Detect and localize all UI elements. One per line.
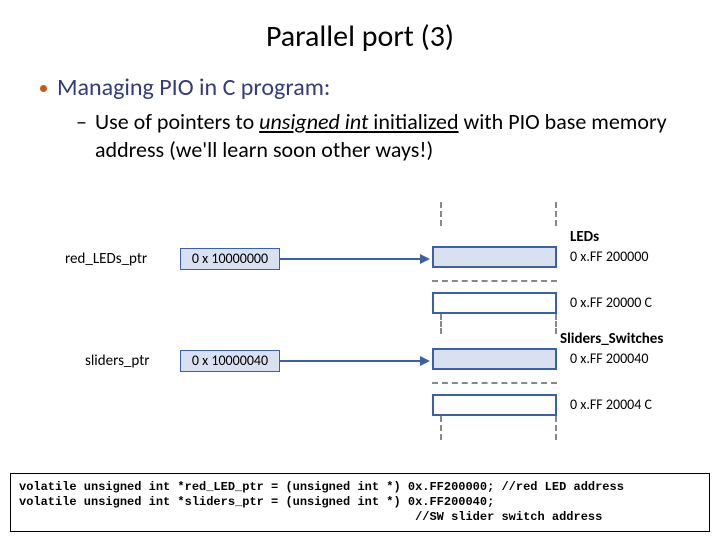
dash-line [555, 416, 557, 440]
slider-mem-end [432, 394, 557, 416]
sliders-header: Sliders_Switches [560, 330, 663, 348]
dash-line [555, 202, 557, 226]
leds-header: LEDs [570, 228, 599, 246]
dash-icon: – [76, 108, 87, 136]
arrow-line [280, 360, 422, 362]
code-line-1: volatile unsigned int *red_LED_ptr = (un… [19, 480, 624, 494]
slider-base-addr: 0 x.FF 200040 [570, 350, 648, 367]
led-base-addr: 0 x.FF 200000 [570, 248, 648, 265]
led-mem-word [432, 246, 557, 268]
memory-diagram: LEDs red_LEDs_ptr 0 x 10000000 0 x.FF 20… [0, 200, 720, 460]
code-line-2: volatile unsigned int *sliders_ptr = (un… [19, 495, 494, 509]
dash-line [432, 382, 557, 384]
led-mem-end [432, 292, 557, 314]
sliders-ptr-label: sliders_ptr [85, 352, 149, 370]
dash-line [440, 314, 442, 334]
red-leds-ptr-label: red_LEDs_ptr [65, 250, 147, 268]
slider-end-addr: 0 x.FF 20004 C [570, 396, 652, 413]
arrow-head-icon [420, 356, 430, 366]
slider-mem-word [432, 348, 557, 370]
arrow-line [280, 258, 422, 260]
arrow-head-icon [420, 254, 430, 264]
dash-line [432, 280, 557, 282]
code-block: volatile unsigned int *red_LED_ptr = (un… [10, 473, 710, 532]
bullet-level-1: Managing PIO in C program: [0, 55, 720, 102]
sub-prefix: Use of pointers to [95, 108, 259, 135]
bullet-dot-icon [40, 85, 47, 92]
sub-text: Use of pointers to unsigned int initiali… [95, 108, 680, 164]
dash-line [440, 416, 442, 440]
bullet-level-2: – Use of pointers to unsigned int initia… [0, 102, 720, 164]
dash-line [555, 314, 557, 334]
led-end-addr: 0 x.FF 20000 C [570, 294, 652, 311]
sub-underlined: initialized [368, 108, 458, 135]
slide-title: Parallel port (3) [0, 0, 720, 55]
sliders-ptr-box: 0 x 10000040 [180, 350, 280, 372]
bullet-text: Managing PIO in C program: [57, 73, 330, 102]
code-line-3: //SW slider switch address [19, 510, 602, 524]
sub-italic: unsigned int [259, 108, 368, 135]
dash-line [440, 202, 442, 226]
red-leds-ptr-box: 0 x 10000000 [180, 248, 280, 270]
